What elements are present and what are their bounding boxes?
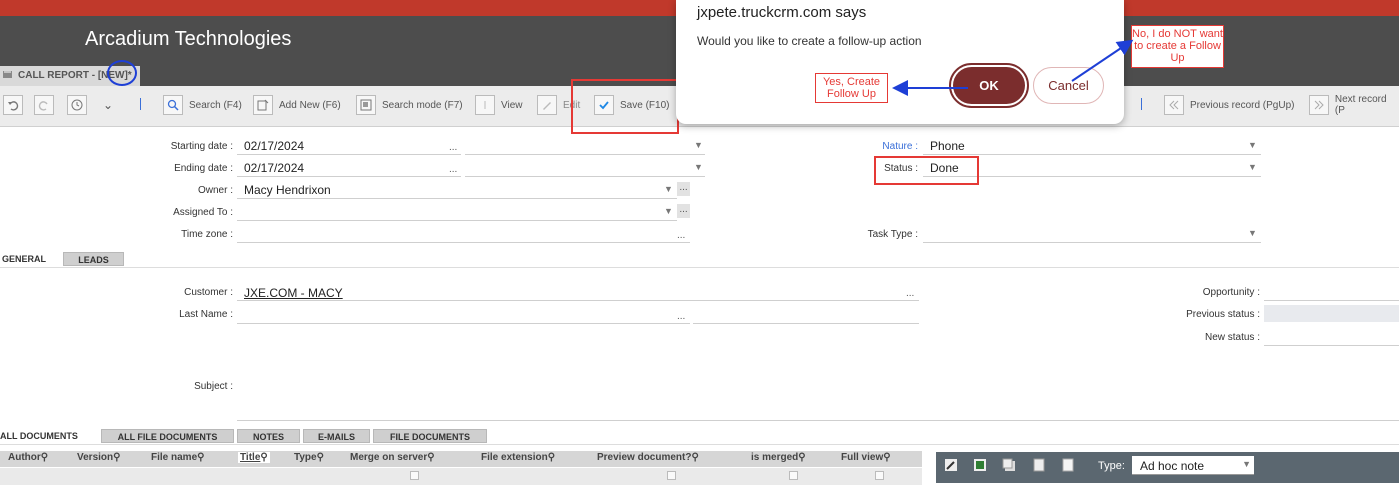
arrow-to-no [1071,39,1134,82]
annotation-arrows [892,39,1134,96]
